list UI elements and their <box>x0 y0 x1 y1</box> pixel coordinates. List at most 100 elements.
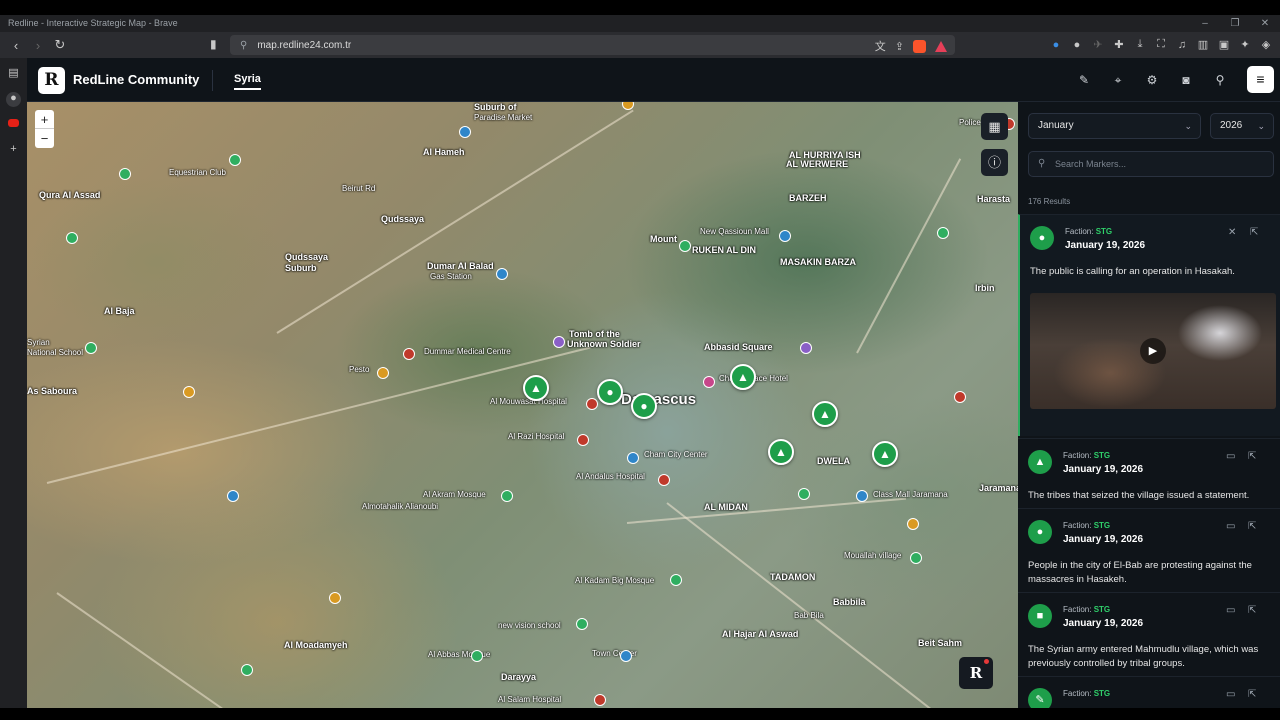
extension-icon[interactable]: ✈ <box>1092 38 1104 51</box>
map-poi[interactable] <box>679 240 691 252</box>
external-link-icon[interactable]: ⇱ <box>1248 689 1256 700</box>
sidebar-panel-icon[interactable]: ▤ <box>6 66 21 81</box>
map-poi[interactable] <box>954 391 966 403</box>
faction-marker[interactable]: ▲ <box>730 364 756 390</box>
search-markers-input[interactable]: ⚲ Search Markers... <box>1028 151 1274 177</box>
back-icon[interactable]: ‹ <box>6 35 26 55</box>
wallet-icon[interactable]: ▣ <box>1218 38 1230 51</box>
site-info-icon[interactable]: ⚲ <box>240 40 247 51</box>
map-poi[interactable] <box>577 434 589 446</box>
brave-rewards-icon[interactable] <box>935 40 947 52</box>
puzzle-icon[interactable]: ✚ <box>1113 38 1125 51</box>
close-window-icon[interactable]: ✕ <box>1250 15 1280 32</box>
zoom-in-button[interactable]: + <box>35 110 54 129</box>
app-logo[interactable]: R <box>38 67 65 94</box>
marker-list-item[interactable]: ● Faction: STG January 19, 2026 ▭ ⇱ Peop… <box>1018 508 1280 592</box>
info-icon[interactable]: ⓘ <box>981 149 1008 176</box>
youtube-icon[interactable] <box>8 119 19 127</box>
video-thumbnail[interactable]: ▶ <box>1030 293 1276 409</box>
map-place-label: Qudssaya <box>381 214 425 224</box>
map-poi[interactable] <box>658 474 670 486</box>
brave-shields-icon[interactable] <box>913 39 926 53</box>
tab-syria[interactable]: Syria <box>234 73 261 90</box>
map-poi[interactable] <box>627 452 639 464</box>
marker-list-item[interactable]: ■ Faction: STG January 19, 2026 ▭ ⇱ The … <box>1018 592 1280 676</box>
sidebar-app-icon[interactable]: ● <box>6 92 21 107</box>
extension-icon[interactable]: ● <box>1071 38 1083 51</box>
map-poi[interactable] <box>620 650 632 662</box>
map-poi[interactable] <box>937 227 949 239</box>
map-poi[interactable] <box>553 336 565 348</box>
redline-badge[interactable]: R <box>959 657 993 689</box>
map-poi[interactable] <box>229 154 241 166</box>
add-icon[interactable]: + <box>6 143 21 158</box>
reload-icon[interactable]: ↻ <box>50 35 70 55</box>
map-poi[interactable] <box>501 490 513 502</box>
faction-marker[interactable]: ● <box>631 393 657 419</box>
map-poi[interactable] <box>800 342 812 354</box>
external-link-icon[interactable]: ⇱ <box>1248 605 1256 616</box>
map-poi[interactable] <box>586 398 598 410</box>
close-icon[interactable]: ✕ <box>1228 227 1236 238</box>
music-icon[interactable]: ♫ <box>1176 38 1188 51</box>
map-poi[interactable] <box>459 126 471 138</box>
pen-icon[interactable]: ✎ <box>1076 72 1092 88</box>
forward-icon[interactable]: › <box>28 35 48 55</box>
road <box>46 346 591 484</box>
translate-icon[interactable]: 文 <box>875 38 886 54</box>
marker-list-item[interactable]: ▲ Faction: STG January 19, 2026 ▭ ⇱ The … <box>1018 438 1280 508</box>
bookmark-icon[interactable]: ▮ <box>210 37 224 53</box>
map-poi[interactable] <box>66 232 78 244</box>
map-poi[interactable] <box>703 376 715 388</box>
map-layers-icon[interactable]: ▦ <box>981 113 1008 140</box>
map-poi[interactable] <box>496 268 508 280</box>
search-icon[interactable]: ⚲ <box>1212 72 1228 88</box>
map-poi[interactable] <box>471 650 483 662</box>
camera-icon[interactable]: ◙ <box>1178 72 1194 88</box>
marker-list-item[interactable]: ✎ Faction: STG ▭ ⇱ <box>1018 676 1280 708</box>
faction-marker[interactable]: ▲ <box>872 441 898 467</box>
sidebar-toggle-icon[interactable]: ▥ <box>1197 38 1209 51</box>
map-poi[interactable] <box>119 168 131 180</box>
map-poi[interactable] <box>798 488 810 500</box>
minimize-icon[interactable]: – <box>1190 15 1220 32</box>
faction-marker[interactable]: ▲ <box>812 401 838 427</box>
year-select[interactable]: 2026 ⌄ <box>1210 113 1274 139</box>
map-poi[interactable] <box>329 592 341 604</box>
map-poi[interactable] <box>377 367 389 379</box>
share-icon[interactable]: ⇪ <box>895 40 904 53</box>
leo-icon[interactable]: ✦ <box>1239 38 1251 51</box>
faction-marker[interactable]: ● <box>597 379 623 405</box>
download-icon[interactable]: ⤓ <box>1134 38 1146 51</box>
zoom-out-button[interactable]: − <box>35 129 54 148</box>
map-poi[interactable] <box>576 618 588 630</box>
map-poi[interactable] <box>85 342 97 354</box>
external-link-icon[interactable]: ⇱ <box>1248 521 1256 532</box>
location-pin-icon[interactable]: ⌖ <box>1110 72 1126 88</box>
marker-list-item[interactable]: ● Faction: STG January 19, 2026 ✕ ⇱ The … <box>1018 214 1280 436</box>
map-poi[interactable] <box>779 230 791 242</box>
faction-marker[interactable]: ▲ <box>523 375 549 401</box>
external-link-icon[interactable]: ⇱ <box>1250 227 1258 238</box>
vpn-icon[interactable]: ◈ <box>1260 38 1272 51</box>
maximize-icon[interactable]: ❐ <box>1220 15 1250 32</box>
map-poi[interactable] <box>403 348 415 360</box>
hamburger-menu-button[interactable]: ≡ <box>1247 66 1274 93</box>
gear-icon[interactable]: ⚙ <box>1144 72 1160 88</box>
month-select[interactable]: January ⌄ <box>1028 113 1201 139</box>
map-canvas[interactable]: Suburb of Paradise Market Al Hameh Qura Al … <box>27 102 1018 708</box>
external-link-icon[interactable]: ⇱ <box>1248 451 1256 462</box>
screenshot-icon[interactable]: ⛶ <box>1155 38 1167 51</box>
extension-icon[interactable]: ● <box>1050 38 1062 51</box>
faction-marker[interactable]: ▲ <box>768 439 794 465</box>
map-poi[interactable] <box>241 664 253 676</box>
map-poi[interactable] <box>856 490 868 502</box>
play-icon[interactable]: ▶ <box>1140 338 1166 364</box>
map-poi[interactable] <box>670 574 682 586</box>
map-poi[interactable] <box>910 552 922 564</box>
address-bar[interactable]: ⚲ map.redline24.com.tr 文 ⇪ <box>230 35 955 55</box>
map-poi[interactable] <box>907 518 919 530</box>
map-poi[interactable] <box>227 490 239 502</box>
map-poi[interactable] <box>183 386 195 398</box>
map-poi[interactable] <box>594 694 606 706</box>
